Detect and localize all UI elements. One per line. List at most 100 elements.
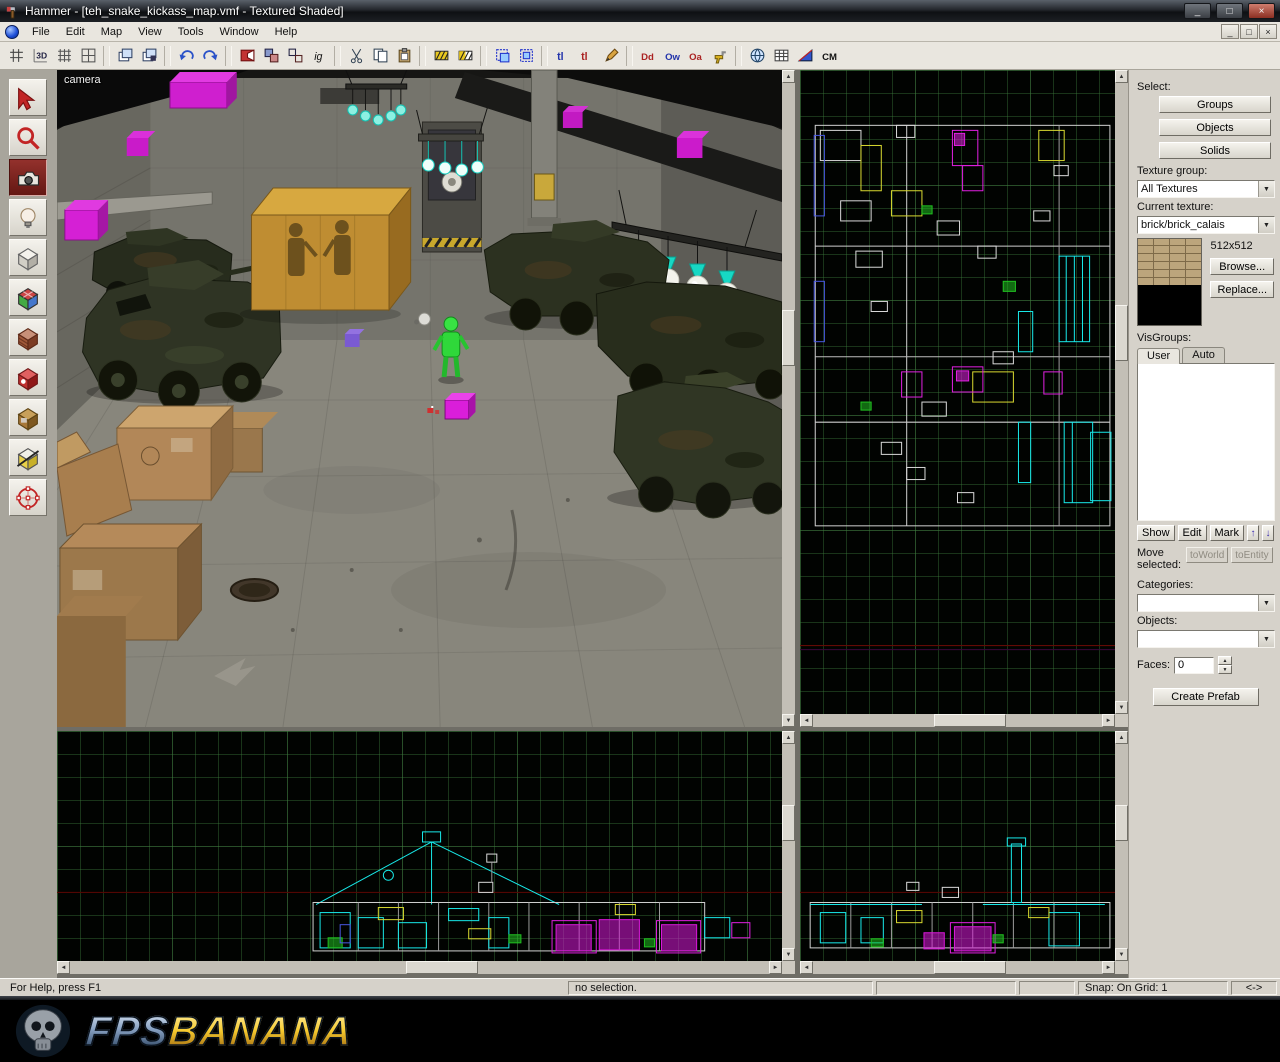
scroll-up-icon[interactable]: ▲ <box>782 731 795 744</box>
save-window-state-button[interactable] <box>137 44 161 67</box>
chevron-down-icon[interactable]: ▼ <box>1258 595 1274 611</box>
run-map-button[interactable] <box>745 44 769 67</box>
tab-auto[interactable]: Auto <box>1182 347 1225 363</box>
vertical-scrollbar[interactable]: ▲ ▼ <box>1115 70 1128 714</box>
select-solids-button[interactable]: Solids <box>1159 142 1271 159</box>
scroll-left-icon[interactable]: ◄ <box>800 961 813 974</box>
scroll-up-icon[interactable]: ▲ <box>782 70 795 83</box>
entity-tool[interactable] <box>9 199 47 236</box>
faces-input[interactable] <box>1174 657 1214 674</box>
faucet-button[interactable] <box>708 44 732 67</box>
to-world-button[interactable]: toWorld <box>1186 547 1228 563</box>
scrollbar-thumb[interactable] <box>934 961 1006 974</box>
brand-wordmark[interactable]: FPSBANANA <box>83 1000 355 1062</box>
select-objects-button[interactable]: Objects <box>1159 119 1271 136</box>
chevron-down-icon[interactable]: ▼ <box>1258 631 1274 647</box>
scroll-left-icon[interactable]: ◄ <box>800 714 813 727</box>
menu-tools[interactable]: Tools <box>170 24 212 40</box>
select-inside-button[interactable] <box>514 44 538 67</box>
scroll-down-icon[interactable]: ▼ <box>1115 701 1128 714</box>
2d-front-view[interactable] <box>57 731 782 961</box>
visgroup-edit-button[interactable]: Edit <box>1178 525 1207 541</box>
angle-wedge-button[interactable] <box>793 44 817 67</box>
texture-lock-button[interactable]: tl <box>551 44 575 67</box>
objects-dropdown[interactable]: ▼ <box>1137 630 1275 648</box>
redo-button[interactable] <box>198 44 222 67</box>
toggle-ow-button[interactable]: Ow <box>660 44 684 67</box>
move-down-icon[interactable]: ↓ <box>1262 525 1274 541</box>
cut-button[interactable] <box>344 44 368 67</box>
menu-edit[interactable]: Edit <box>58 24 93 40</box>
move-up-icon[interactable]: ↑ <box>1247 525 1259 541</box>
mdi-close-button[interactable]: × <box>1259 24 1277 39</box>
to-entity-button[interactable]: toEntity <box>1231 547 1272 563</box>
visgroup-show-button[interactable]: Show <box>1137 525 1175 541</box>
vertical-scrollbar[interactable]: ▲ ▼ <box>1115 731 1128 961</box>
create-prefab-button[interactable]: Create Prefab <box>1153 688 1259 706</box>
3d-vertical-scrollbar[interactable]: ▲ ▼ <box>782 70 795 727</box>
3d-camera-view[interactable]: camera <box>57 70 782 727</box>
scroll-up-icon[interactable]: ▲ <box>1115 731 1128 744</box>
vertical-scrollbar[interactable]: ▲ ▼ <box>782 731 795 961</box>
scroll-down-icon[interactable]: ▼ <box>782 948 795 961</box>
magnify-tool[interactable] <box>9 119 47 156</box>
scrollbar-thumb[interactable] <box>406 961 478 974</box>
visgroup-mark-button[interactable]: Mark <box>1210 525 1244 541</box>
copy-button[interactable] <box>368 44 392 67</box>
select-touching-button[interactable] <box>490 44 514 67</box>
load-window-state-button[interactable] <box>113 44 137 67</box>
document-icon[interactable] <box>5 25 19 39</box>
scroll-right-icon[interactable]: ► <box>1102 714 1115 727</box>
minimize-button[interactable]: _ <box>1184 3 1211 19</box>
apply-current-texture-tool[interactable] <box>9 319 47 356</box>
camera-tool[interactable] <box>9 159 47 196</box>
clipping-tool[interactable] <box>9 439 47 476</box>
scrollbar-thumb[interactable] <box>782 805 795 841</box>
menu-view[interactable]: View <box>130 24 170 40</box>
ungroup-button[interactable] <box>283 44 307 67</box>
menu-window[interactable]: Window <box>211 24 266 40</box>
horizontal-scrollbar[interactable]: ◄ ► <box>800 961 1115 974</box>
menu-help[interactable]: Help <box>267 24 306 40</box>
toggle-oa-button[interactable]: Oa <box>684 44 708 67</box>
cordon-mode-button[interactable]: CM <box>817 44 841 67</box>
chevron-down-icon[interactable]: ▼ <box>1258 181 1274 197</box>
title-bar[interactable]: Hammer - [teh_snake_kickass_map.vmf - Te… <box>0 0 1280 22</box>
mdi-minimize-button[interactable]: _ <box>1221 24 1239 39</box>
horizontal-scrollbar[interactable]: ◄ ► <box>800 714 1115 727</box>
spin-up-icon[interactable]: ▲ <box>1218 656 1232 665</box>
categories-dropdown[interactable]: ▼ <box>1137 594 1275 612</box>
scroll-right-icon[interactable]: ► <box>769 961 782 974</box>
carve-button[interactable] <box>235 44 259 67</box>
horizontal-scrollbar[interactable]: ◄ ► <box>57 961 782 974</box>
2d-side-view[interactable] <box>800 731 1115 961</box>
snap-to-grid-button[interactable] <box>4 44 28 67</box>
tab-user[interactable]: User <box>1137 348 1180 364</box>
scrollbar-thumb[interactable] <box>1115 305 1128 361</box>
spin-down-icon[interactable]: ▼ <box>1218 665 1232 674</box>
texture-group-dropdown[interactable]: All Textures ▼ <box>1137 180 1275 198</box>
scrollbar-thumb[interactable] <box>1115 805 1128 841</box>
toggle-dd-button[interactable]: Dd <box>636 44 660 67</box>
scroll-up-icon[interactable]: ▲ <box>1115 70 1128 83</box>
grid-3d-button[interactable]: 3D <box>28 44 52 67</box>
scrollbar-thumb[interactable] <box>782 310 795 366</box>
paste-button[interactable] <box>392 44 416 67</box>
overlay-tool[interactable] <box>9 399 47 436</box>
hide-unselected-button[interactable] <box>453 44 477 67</box>
larger-grid-button[interactable] <box>76 44 100 67</box>
group-button[interactable] <box>259 44 283 67</box>
undo-button[interactable] <box>174 44 198 67</box>
hide-selected-button[interactable] <box>429 44 453 67</box>
2d-top-view[interactable] <box>800 70 1115 714</box>
menu-file[interactable]: File <box>24 24 58 40</box>
chevron-down-icon[interactable]: ▼ <box>1258 217 1274 233</box>
selection-tool[interactable] <box>9 79 47 116</box>
fpsbanana-banner[interactable]: FPSBANANA <box>0 1000 1280 1062</box>
face-edit-button[interactable] <box>599 44 623 67</box>
scroll-down-icon[interactable]: ▼ <box>1115 948 1128 961</box>
menu-map[interactable]: Map <box>93 24 130 40</box>
replace-button[interactable]: Replace... <box>1210 281 1274 298</box>
visgroups-list[interactable] <box>1137 363 1275 521</box>
vertex-manipulation-tool[interactable] <box>9 479 47 516</box>
